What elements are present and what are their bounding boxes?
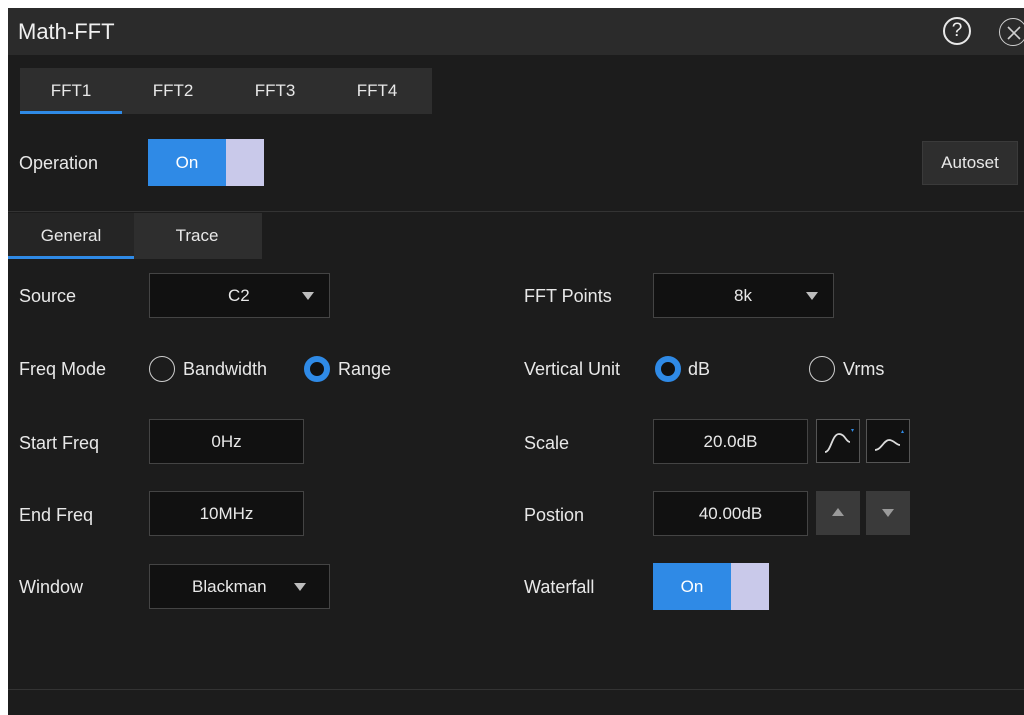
chevron-down-icon xyxy=(302,292,314,300)
waterfall-toggle-on: On xyxy=(653,563,731,610)
scale-coarse-icon-glyph xyxy=(824,429,854,453)
start-freq-label: Start Freq xyxy=(19,433,100,453)
settings-tab-bar: General Trace xyxy=(8,213,262,259)
position-input[interactable]: 40.00dB xyxy=(653,491,808,536)
position-label: Postion xyxy=(524,505,585,525)
scale-label: Scale xyxy=(524,433,570,453)
close-x-glyph xyxy=(1007,26,1021,40)
help-glyph: ? xyxy=(951,20,963,41)
close-icon[interactable] xyxy=(999,18,1024,46)
footer-divider xyxy=(8,689,1024,690)
fft-points-label: FFT Points xyxy=(524,286,612,306)
waterfall-label: Waterfall xyxy=(524,577,595,597)
source-dropdown[interactable]: C2 xyxy=(149,273,330,318)
fft-points-dropdown[interactable]: 8k xyxy=(653,273,834,318)
operation-toggle[interactable]: On xyxy=(148,139,264,186)
dialog-title: Math-FFT xyxy=(18,19,115,44)
radio-vrms[interactable] xyxy=(809,356,835,382)
arrow-up-icon xyxy=(832,508,844,516)
radio-bandwidth-label: Bandwidth xyxy=(183,359,268,379)
tab-fft3[interactable]: FFT3 xyxy=(224,68,326,114)
radio-range[interactable] xyxy=(304,356,330,382)
vertical-unit-label: Vertical Unit xyxy=(524,359,621,379)
position-down-button[interactable] xyxy=(866,491,910,535)
operation-label: Operation xyxy=(19,153,99,173)
window-label: Window xyxy=(19,577,84,597)
scale-fine-icon[interactable] xyxy=(866,419,910,463)
scale-coarse-icon[interactable] xyxy=(816,419,860,463)
scale-fine-icon-glyph xyxy=(874,430,904,451)
source-label: Source xyxy=(19,286,77,306)
fft-points-value: 8k xyxy=(734,286,752,305)
tab-general[interactable]: General xyxy=(8,213,134,259)
operation-toggle-on: On xyxy=(148,139,226,186)
title-bar: Math-FFT ? xyxy=(8,8,1024,55)
start-freq-input[interactable]: 0Hz xyxy=(149,419,304,464)
waterfall-toggle[interactable]: On xyxy=(653,563,769,610)
tab-fft1[interactable]: FFT1 xyxy=(20,68,122,114)
radio-bandwidth[interactable] xyxy=(149,356,175,382)
help-icon[interactable]: ? xyxy=(943,17,971,45)
autoset-button[interactable]: Autoset xyxy=(922,141,1018,185)
math-fft-dialog: Math-FFT ? FFT1 FFT2 FFT3 FFT4 Operation… xyxy=(8,8,1024,715)
chevron-down-icon xyxy=(294,583,306,591)
chevron-down-icon xyxy=(806,292,818,300)
end-freq-input[interactable]: 10MHz xyxy=(149,491,304,536)
window-value: Blackman xyxy=(192,577,267,596)
tab-fft4[interactable]: FFT4 xyxy=(326,68,428,114)
scale-input[interactable]: 20.0dB xyxy=(653,419,808,464)
tab-trace[interactable]: Trace xyxy=(134,213,260,259)
radio-range-label: Range xyxy=(338,359,392,379)
arrow-down-icon xyxy=(882,509,894,517)
radio-db[interactable] xyxy=(655,356,681,382)
freq-mode-label: Freq Mode xyxy=(19,359,107,379)
section-divider xyxy=(8,211,1024,212)
position-up-button[interactable] xyxy=(816,491,860,535)
tab-fft2[interactable]: FFT2 xyxy=(122,68,224,114)
source-value: C2 xyxy=(228,286,250,305)
fft-tab-bar: FFT1 FFT2 FFT3 FFT4 xyxy=(20,68,432,114)
radio-db-label: dB xyxy=(688,359,711,379)
window-dropdown[interactable]: Blackman xyxy=(149,564,330,609)
end-freq-label: End Freq xyxy=(19,505,94,525)
radio-vrms-label: Vrms xyxy=(843,359,885,379)
